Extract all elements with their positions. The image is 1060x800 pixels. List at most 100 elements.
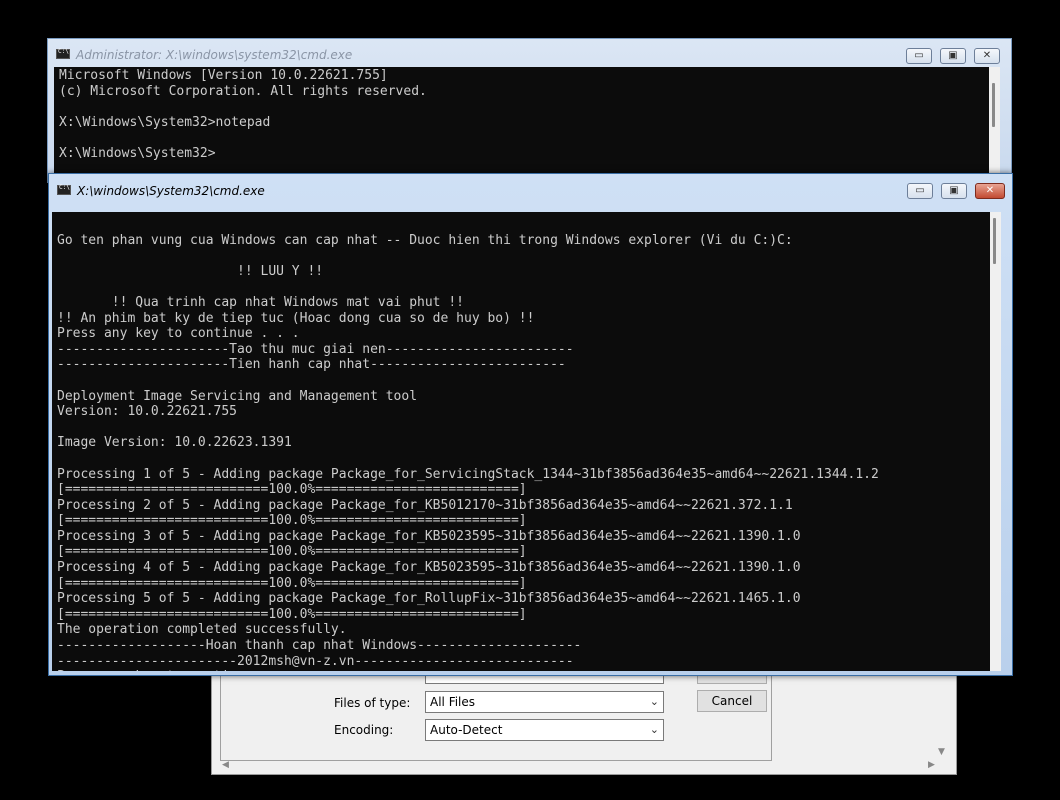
console-line: Processing 5 of 5 - Adding package Packa… — [57, 591, 990, 607]
title-bar[interactable]: Administrator: X:\windows\system32\cmd.e… — [48, 39, 1011, 69]
scrollbar-thumb[interactable] — [993, 218, 996, 264]
console-line-text: [==========================100.0%=======… — [57, 482, 527, 498]
console-line — [57, 248, 990, 264]
console-line: Processing 3 of 5 - Adding package Packa… — [57, 529, 990, 545]
cmd-window[interactable]: X:\windows\System32\cmd.exe ▭ ▣ ✕ Go ten… — [48, 173, 1013, 676]
console-line-text: (c) Microsoft Corporation. All rights re… — [59, 83, 427, 99]
console-line-text: Processing 1 of 5 - Adding package Packa… — [57, 466, 879, 482]
console-line-text: Image Version: 10.0.22623.1391 — [57, 435, 292, 451]
console-line-text: ----------------------Tien hanh cap nhat… — [57, 357, 566, 373]
title-bar[interactable]: X:\windows\System32\cmd.exe ▭ ▣ ✕ — [49, 174, 1012, 204]
maximize-button[interactable]: ▣ — [941, 183, 967, 199]
window-title: X:\windows\System32\cmd.exe — [77, 184, 265, 198]
encoding-select[interactable]: Auto-Detect ⌄ — [425, 719, 664, 741]
scrollbar-thumb[interactable] — [992, 83, 995, 127]
console-line-text: Processing 2 of 5 - Adding package Packa… — [57, 497, 793, 513]
console-line-text: Processing 3 of 5 - Adding package Packa… — [57, 528, 801, 544]
close-button[interactable]: ✕ — [975, 183, 1005, 199]
console-line-text: -------------------Hoan thanh cap nhat W… — [57, 638, 582, 654]
console-line: Processing 2 of 5 - Adding package Packa… — [57, 498, 990, 514]
console-line-text: Press any key to continue . . . — [57, 326, 300, 342]
scroll-right-arrow-icon[interactable]: ▶ — [928, 760, 935, 770]
console-line — [57, 373, 990, 389]
files-of-type-label: Files of type: — [334, 696, 411, 710]
console-line-text: Deployment Image Servicing and Managemen… — [57, 388, 418, 404]
scroll-down-arrow-icon[interactable]: ▼ — [938, 747, 945, 757]
console-line-text — [57, 217, 65, 232]
console-line: Processing 4 of 5 - Adding package Packa… — [57, 560, 990, 576]
console-line-text: [==========================100.0%=======… — [57, 575, 527, 591]
console-line: !! An phim bat ky de tiep tuc (Hoac dong… — [57, 311, 990, 327]
console-output[interactable]: Microsoft Windows [Version 10.0.22621.75… — [54, 67, 989, 184]
minimize-button[interactable]: ▭ — [907, 183, 933, 199]
console-line-text: Processing 4 of 5 - Adding package Packa… — [57, 560, 801, 576]
console-line-text — [59, 99, 67, 114]
console-output[interactable]: Go ten phan vung cua Windows can cap nha… — [52, 212, 990, 671]
console-line-text: !! LUU Y !! — [57, 263, 324, 279]
chevron-down-icon: ⌄ — [649, 695, 659, 708]
console-line-text — [57, 373, 65, 388]
console-line — [57, 217, 990, 233]
horizontal-scrollbar[interactable]: ◀ ▶ — [220, 760, 940, 772]
console-line: -------------------Hoan thanh cap nhat W… — [57, 638, 990, 654]
console-line-text — [57, 279, 65, 294]
console-line-text: !! Qua trinh cap nhat Windows mat vai ph… — [57, 294, 464, 310]
console-line-text — [57, 420, 65, 435]
console-line-text: X:\Windows\System32>notepad — [59, 114, 271, 130]
console-line-text: [==========================100.0%=======… — [57, 544, 527, 560]
encoding-label: Encoding: — [334, 723, 394, 737]
console-line: ----------------------Tien hanh cap nhat… — [57, 357, 990, 373]
console-line — [57, 279, 990, 295]
console-line: -----------------------2012msh@vn-z.vn--… — [57, 654, 990, 670]
console-line: Press any key to continue . . . — [57, 326, 990, 342]
console-line-text — [59, 130, 67, 145]
console-line-text: Microsoft Windows [Version 10.0.22621.75… — [59, 68, 388, 83]
scroll-left-arrow-icon[interactable]: ◀ — [222, 760, 229, 770]
cmd-icon — [56, 48, 70, 59]
cmd-icon — [57, 184, 71, 195]
console-line-text: Press any key to continue . . . — [57, 669, 307, 671]
window-title: Administrator: X:\windows\system32\cmd.e… — [76, 48, 353, 62]
cancel-button[interactable]: Cancel — [697, 690, 767, 712]
console-line-text: Version: 10.0.22621.755 — [57, 404, 238, 420]
files-of-type-select[interactable]: All Files ⌄ — [425, 691, 664, 713]
console-line-text: [==========================100.0%=======… — [57, 513, 527, 529]
console-line: ----------------------Tao thu muc giai n… — [57, 342, 990, 358]
console-line: Deployment Image Servicing and Managemen… — [57, 389, 990, 405]
minimize-button[interactable]: ▭ — [906, 48, 932, 64]
console-line-text: ----------------------Tao thu muc giai n… — [57, 341, 574, 357]
console-line: X:\Windows\System32>notepad — [59, 115, 989, 131]
console-line-text: [==========================100.0%=======… — [57, 606, 527, 622]
console-line: Version: 10.0.22621.755 — [57, 404, 990, 420]
console-line: [==========================100.0%=======… — [57, 607, 990, 623]
vertical-scrollbar[interactable] — [989, 67, 1000, 184]
console-line — [59, 130, 989, 146]
console-line-text: Go ten phan vung cua Windows can cap nha… — [57, 232, 793, 248]
console-line-text: !! An phim bat ky de tiep tuc (Hoac dong… — [57, 310, 535, 326]
console-line: [==========================100.0%=======… — [57, 576, 990, 592]
console-line: !! LUU Y !! — [57, 264, 990, 280]
console-line: Go ten phan vung cua Windows can cap nha… — [57, 233, 990, 249]
console-line: The operation completed successfully. — [57, 622, 990, 638]
console-line: Press any key to continue . . . — [57, 669, 990, 671]
console-line: [==========================100.0%=======… — [57, 482, 990, 498]
console-line-text: X:\Windows\System32> — [59, 145, 216, 161]
console-line: Microsoft Windows [Version 10.0.22621.75… — [59, 68, 989, 84]
console-line — [57, 451, 990, 467]
console-line: X:\Windows\System32> — [59, 146, 989, 162]
console-line: Image Version: 10.0.22623.1391 — [57, 435, 990, 451]
admin-cmd-window[interactable]: Administrator: X:\windows\system32\cmd.e… — [47, 38, 1012, 184]
console-line: (c) Microsoft Corporation. All rights re… — [59, 84, 989, 100]
console-line: Processing 1 of 5 - Adding package Packa… — [57, 467, 990, 483]
console-line: !! Qua trinh cap nhat Windows mat vai ph… — [57, 295, 990, 311]
maximize-button[interactable]: ▣ — [940, 48, 966, 64]
console-line-text: The operation completed successfully. — [57, 622, 347, 638]
console-line-text: Processing 5 of 5 - Adding package Packa… — [57, 591, 801, 607]
console-line-text — [57, 248, 65, 263]
console-line: [==========================100.0%=======… — [57, 544, 990, 560]
console-line-text — [57, 451, 65, 466]
vertical-scrollbar[interactable] — [990, 212, 1001, 671]
close-button[interactable]: ✕ — [974, 48, 1000, 64]
console-line: [==========================100.0%=======… — [57, 513, 990, 529]
console-line — [59, 99, 989, 115]
